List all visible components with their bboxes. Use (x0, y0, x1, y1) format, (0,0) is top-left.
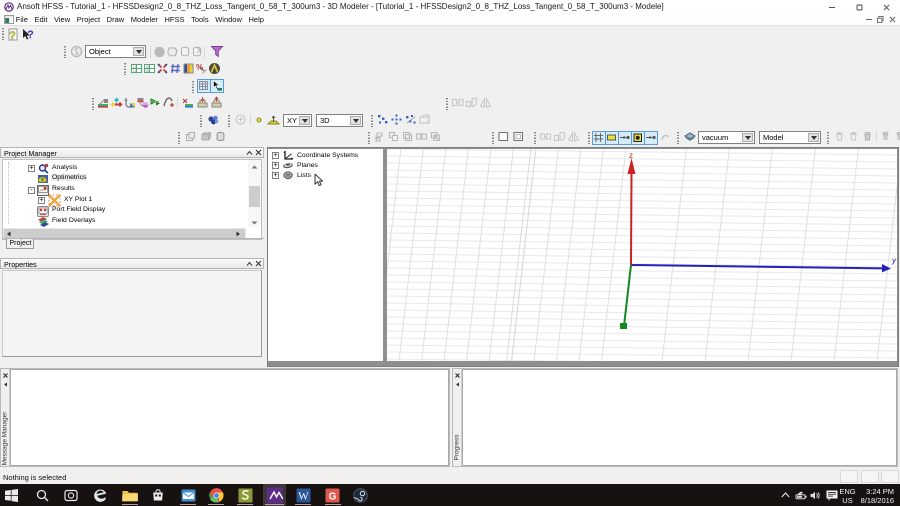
svg-text:y: y (891, 256, 897, 265)
svg-text:12: 12 (133, 69, 137, 73)
svg-text:z: z (629, 151, 633, 160)
svg-text:%: % (196, 63, 203, 72)
svg-text:?: ? (9, 30, 16, 41)
svg-text:?: ? (27, 29, 34, 41)
svg-text:G: G (329, 492, 337, 503)
svg-text:56: 56 (146, 69, 150, 73)
svg-text:W: W (298, 491, 309, 503)
